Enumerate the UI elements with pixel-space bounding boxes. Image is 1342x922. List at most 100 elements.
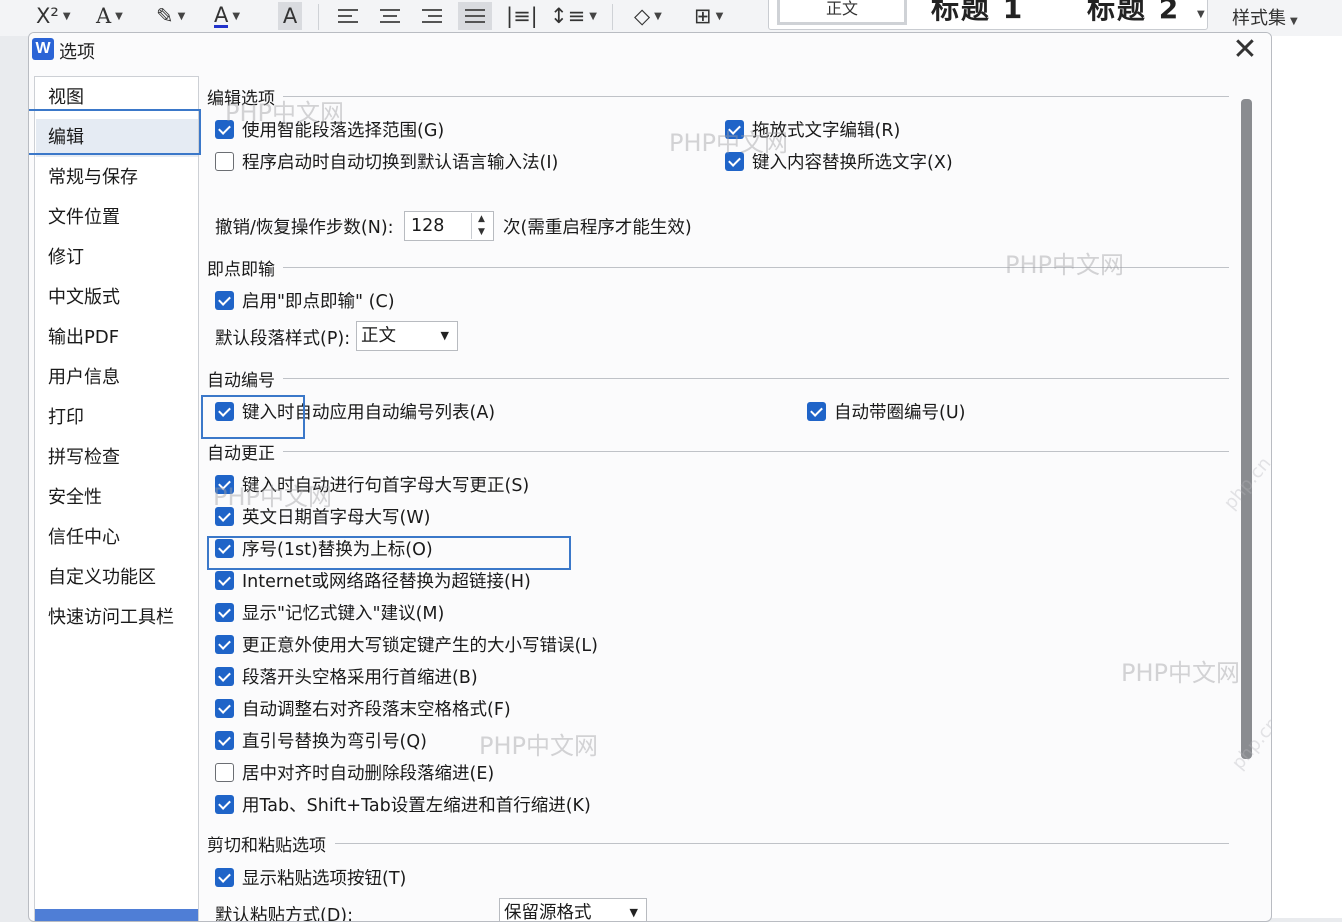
option-autocomplete[interactable]: 显示"记忆式键入"建议(M) [215, 599, 444, 625]
default-paste-select[interactable]: 保留源格式 ▼ [499, 898, 647, 921]
undo-steps-spinner[interactable]: ▲ ▼ [471, 213, 491, 239]
line-spacing-button[interactable]: ↕≡ ▼ [550, 2, 597, 30]
option-capitalize-dates[interactable]: 英文日期首字母大写(W) [215, 503, 430, 529]
chevron-down-icon: ▼ [232, 10, 241, 22]
nav-item-spell-check[interactable]: 拼写检查 [36, 439, 198, 477]
checkbox[interactable] [215, 634, 234, 654]
char-shading-icon: A [282, 4, 298, 28]
option-auto-circle[interactable]: 自动带圈编号(U) [807, 398, 965, 424]
checkbox[interactable] [807, 401, 826, 421]
nav-item-chinese-layout[interactable]: 中文版式 [36, 279, 198, 317]
option-tab-indent[interactable]: 用Tab、Shift+Tab设置左缩进和首行缩进(K) [215, 791, 591, 817]
option-smart-quotes[interactable]: 直引号替换为弯引号(Q) [215, 727, 427, 753]
highlight-button[interactable]: ✎ ▼ [156, 2, 185, 30]
checkbox[interactable] [215, 151, 234, 171]
option-hyperlink[interactable]: Internet或网络路径替换为超链接(H) [215, 567, 531, 593]
nav-item-revision[interactable]: 修订 [36, 239, 198, 277]
checkbox[interactable] [215, 666, 234, 686]
dialog-title: 选项 [59, 42, 95, 63]
nav-item-file-location[interactable]: 文件位置 [36, 199, 198, 237]
checkbox[interactable] [215, 794, 234, 814]
align-left-button[interactable] [338, 2, 358, 30]
option-show-paste-button[interactable]: 显示粘贴选项按钮(T) [215, 864, 406, 890]
option-leading-space-indent[interactable]: 段落开头空格采用行首缩进(B) [215, 663, 478, 689]
text-effect-button[interactable]: A ▼ [96, 2, 123, 30]
checkbox[interactable] [215, 570, 234, 590]
option-label: 段落开头空格采用行首缩进(B) [242, 667, 478, 688]
char-shading-button[interactable]: A [278, 2, 302, 30]
checkbox[interactable] [215, 290, 234, 310]
shading-button[interactable]: ◇ ▼ [634, 2, 662, 30]
option-center-remove-indent[interactable]: 居中对齐时自动删除段落缩进(E) [215, 759, 494, 785]
option-capitalize-first[interactable]: 键入时自动进行句首字母大写更正(S) [215, 471, 529, 497]
align-center-button[interactable] [380, 2, 400, 30]
nav-item-user-info[interactable]: 用户信息 [36, 359, 198, 397]
justify-button[interactable] [458, 2, 492, 30]
option-label: 英文日期首字母大写(W) [242, 507, 431, 528]
checkbox[interactable] [215, 401, 234, 421]
chevron-down-icon: ▼ [654, 10, 662, 22]
option-typing-replaces[interactable]: 键入内容替换所选文字(X) [725, 148, 953, 174]
spin-down-icon[interactable]: ▼ [472, 226, 491, 239]
nav-item-quick-access[interactable]: 快速访问工具栏 [36, 599, 198, 637]
section-title-auto-number: 自动编号 [207, 370, 275, 391]
nav-item-print[interactable]: 打印 [36, 399, 198, 437]
options-nav: 视图 编辑 常规与保存 文件位置 修订 中文版式 输出PDF 用户信息 打印 拼… [34, 76, 199, 921]
style-set-button[interactable]: 样式集 ▼ [1232, 4, 1298, 30]
chevron-down-icon: ▼ [715, 10, 724, 22]
option-click-and-type[interactable]: 启用"即点即输" (C) [215, 287, 395, 313]
option-label: 程序启动时自动切换到默认语言输入法(I) [242, 152, 559, 173]
option-ordinal-superscript[interactable]: 序号(1st)替换为上标(O) [215, 535, 433, 561]
close-button[interactable]: ✕ [1225, 35, 1265, 67]
default-style-select[interactable]: 正文 ▼ [356, 321, 458, 351]
checkbox[interactable] [215, 762, 234, 782]
nav-item-view[interactable]: 视图 [36, 79, 198, 117]
style-heading1[interactable]: 标题 1 [931, 0, 1024, 27]
nav-item-edit[interactable]: 编辑 [36, 119, 198, 157]
chevron-down-icon: ▼ [1290, 16, 1298, 27]
section-title-auto-correct: 自动更正 [207, 443, 275, 464]
checkbox[interactable] [215, 867, 234, 887]
option-label: 拖放式文字编辑(R) [752, 120, 901, 141]
nav-item-customize-ribbon[interactable]: 自定义功能区 [36, 559, 198, 597]
style-gallery[interactable]: 正文 标题 1 标题 2 ▼ [768, 0, 1208, 30]
option-auto-switch-ime[interactable]: 程序启动时自动切换到默认语言输入法(I) [215, 148, 558, 174]
distribute-button[interactable]: |≡| [506, 2, 538, 30]
option-auto-list[interactable]: 键入时自动应用自动编号列表(A) [215, 398, 495, 424]
option-smart-paragraph[interactable]: 使用智能段落选择范围(G) [215, 116, 444, 142]
checkbox[interactable] [725, 119, 744, 139]
chevron-down-icon: ▼ [589, 10, 597, 22]
checkbox[interactable] [215, 506, 234, 526]
nav-item-security[interactable]: 安全性 [36, 479, 198, 517]
option-caps-lock[interactable]: 更正意外使用大写锁定键产生的大小写错误(L) [215, 631, 598, 657]
option-drag-drop[interactable]: 拖放式文字编辑(R) [725, 116, 900, 142]
checkbox[interactable] [215, 119, 234, 139]
style-normal[interactable]: 正文 [777, 0, 907, 25]
vertical-scrollbar[interactable] [1241, 99, 1252, 759]
font-color-icon: A [214, 2, 229, 28]
border-button[interactable]: ⊞ ▼ [694, 2, 723, 30]
nav-item-general-save[interactable]: 常规与保存 [36, 159, 198, 197]
option-trailing-space[interactable]: 自动调整右对齐段落末空格格式(F) [215, 695, 511, 721]
align-right-button[interactable] [422, 2, 442, 30]
checkbox[interactable] [725, 151, 744, 171]
nav-scroll-indicator [35, 909, 198, 921]
distribute-icon: |≡| [506, 4, 538, 28]
style-heading2[interactable]: 标题 2 [1087, 0, 1180, 27]
checkbox[interactable] [215, 602, 234, 622]
chevron-down-icon[interactable]: ▼ [1197, 9, 1205, 20]
font-color-button[interactable]: A ▼ [214, 2, 240, 30]
checkbox[interactable] [215, 730, 234, 750]
nav-item-trust-center[interactable]: 信任中心 [36, 519, 198, 557]
checkbox[interactable] [215, 474, 234, 494]
checkbox[interactable] [215, 698, 234, 718]
align-right-icon [422, 5, 442, 27]
justify-icon [465, 5, 485, 27]
section-divider [283, 378, 1229, 379]
superscript-button[interactable]: X² ▼ [36, 2, 71, 30]
checkbox[interactable] [215, 538, 234, 558]
nav-item-export-pdf[interactable]: 输出PDF [36, 319, 198, 357]
superscript-label: X² [36, 4, 59, 28]
option-label: 使用智能段落选择范围(G) [242, 120, 445, 141]
spin-up-icon[interactable]: ▲ [472, 213, 491, 226]
